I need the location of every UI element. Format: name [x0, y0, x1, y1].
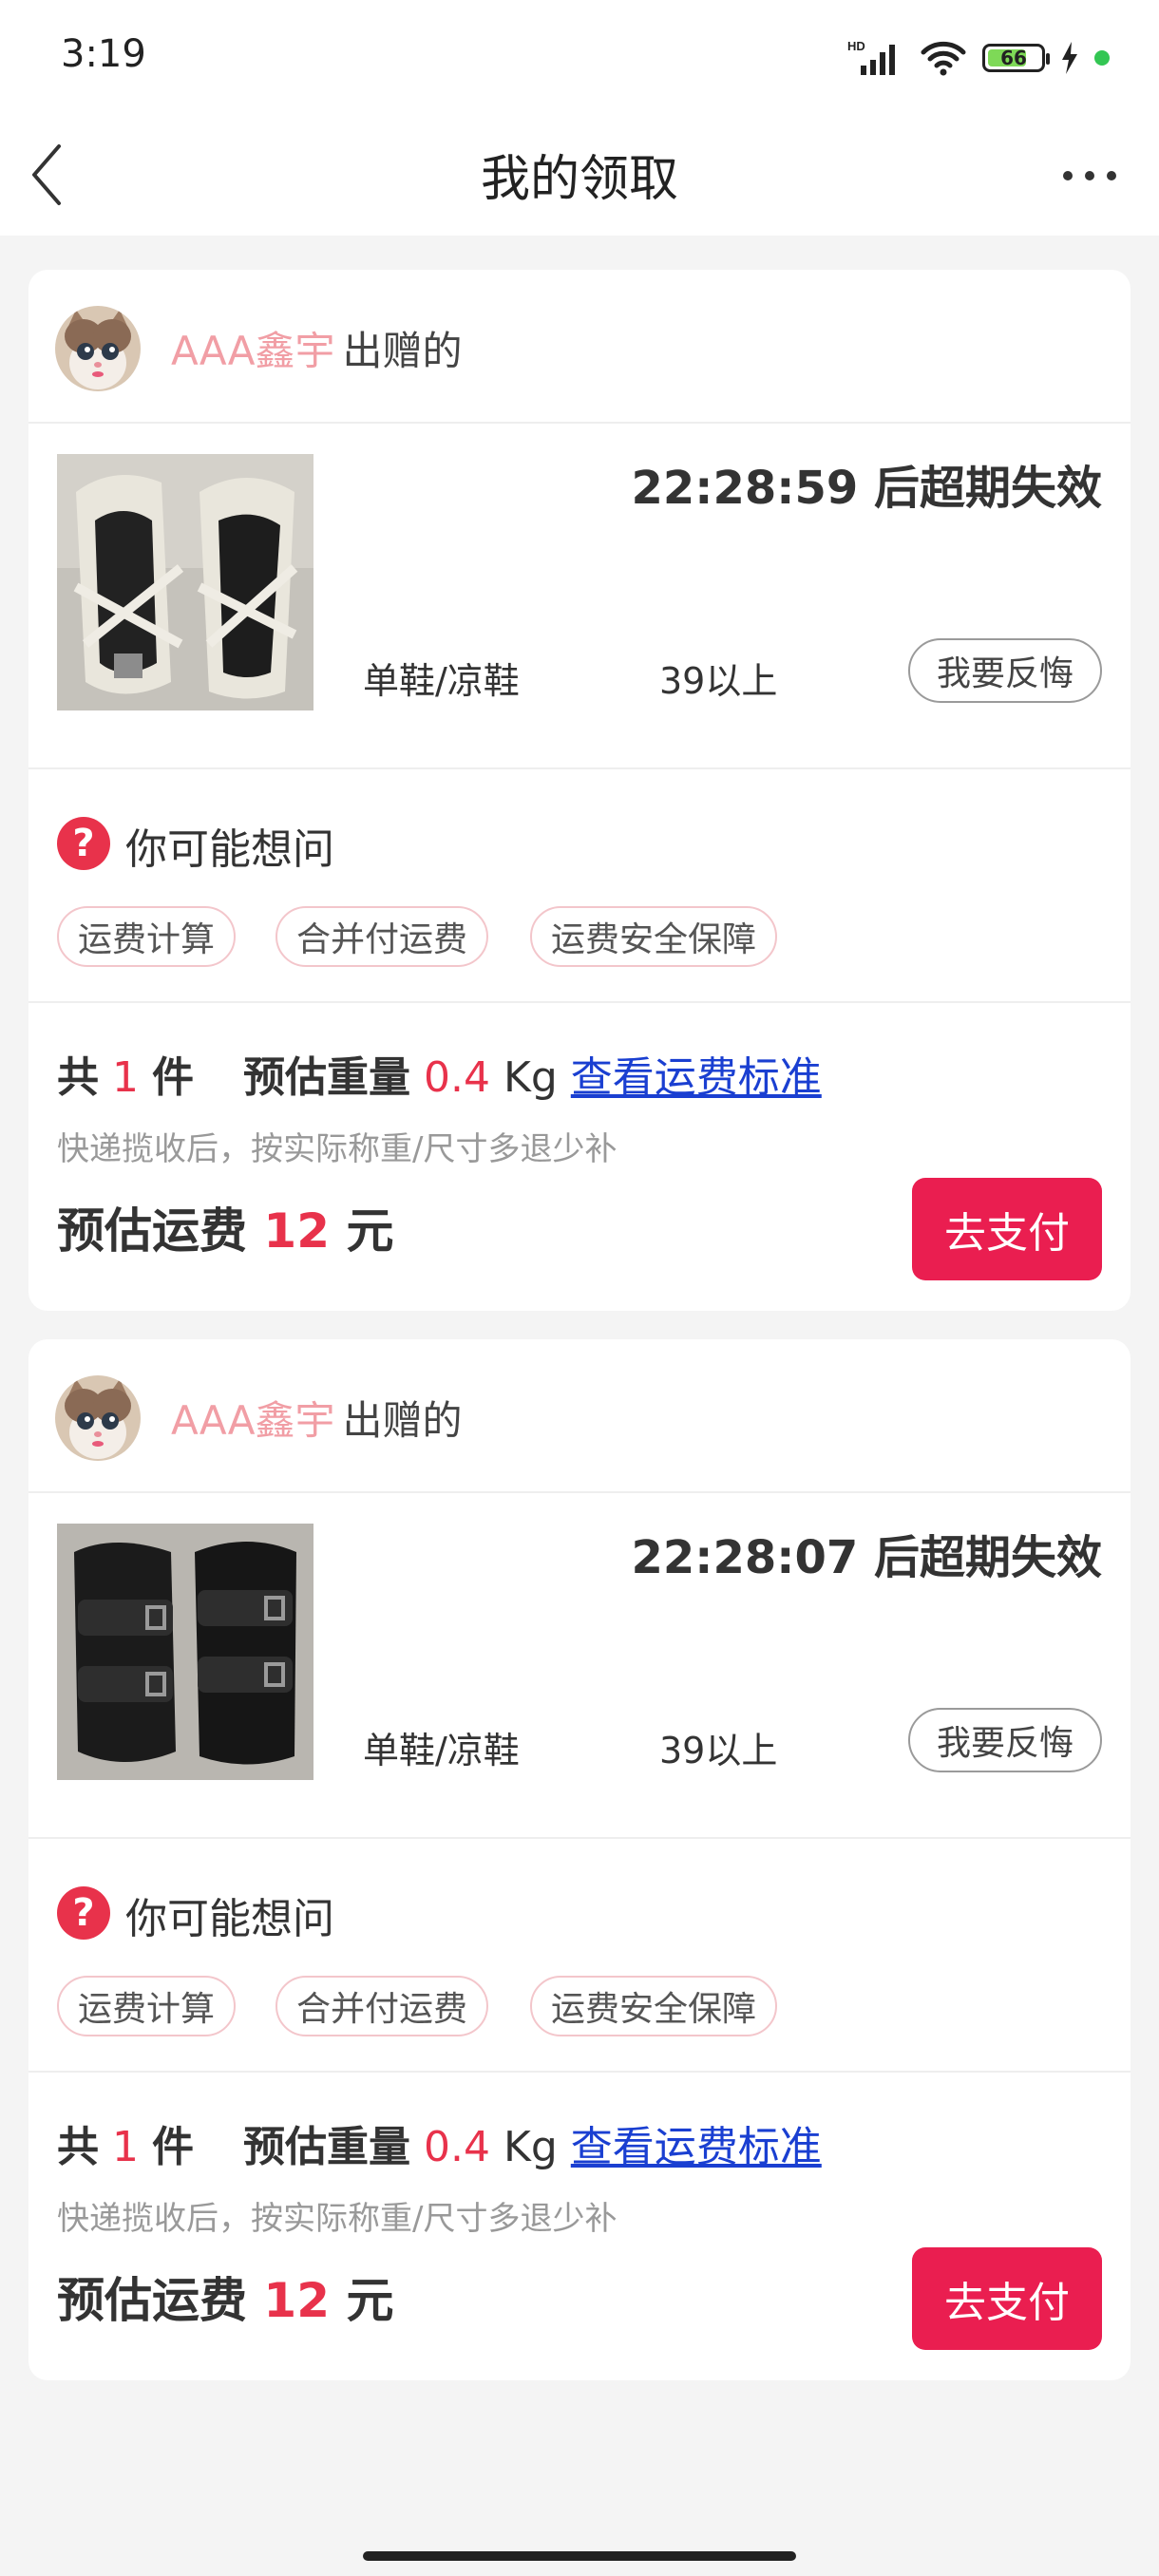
giver-line: AAA鑫宇 出赠的: [171, 1389, 463, 1447]
giver-line: AAA鑫宇 出赠的: [171, 319, 463, 377]
status-bar: 3:19 HD 66: [0, 0, 1159, 114]
card-header: AAA鑫宇 出赠的: [28, 270, 1130, 424]
count-prefix: 共: [57, 1053, 99, 1102]
weight-unit: Kg: [503, 2123, 558, 2171]
fee-line: 预估运费 12 元: [57, 2263, 393, 2331]
cat-avatar-image: [55, 306, 141, 391]
item-category: 单鞋/凉鞋: [363, 1730, 520, 1771]
question-icon: ?: [57, 1886, 110, 1940]
faq-chip-combine-shipping[interactable]: 合并付运费: [276, 1976, 489, 2036]
fee-label: 预估运费: [57, 1203, 247, 1259]
faq-chip-shipping-calc[interactable]: 运费计算: [57, 1976, 237, 2036]
gift-card: AAA鑫宇出赠的 22:28:07 后超期失效 单鞋/凉鞋 39以上 我要反悔: [28, 1339, 1130, 2380]
avatar[interactable]: [55, 1375, 141, 1461]
expire-countdown: 22:28:59 后超期失效: [631, 462, 1103, 515]
fee-value: 12: [263, 1203, 331, 1259]
status-icons: HD 66: [847, 36, 1110, 80]
charging-icon: [1062, 42, 1077, 74]
net-badge: HD: [847, 39, 865, 53]
giver-name[interactable]: AAA鑫宇: [171, 1397, 335, 1444]
more-dots-icon: [1063, 171, 1116, 180]
pay-button[interactable]: 去支付: [912, 1178, 1102, 1280]
weight-label: 预估重量: [243, 1053, 410, 1102]
gift-card: AAA鑫宇 出赠的 22:28:59 后超期失效 单鞋/凉鞋 39以上 我要反悔 …: [28, 270, 1130, 1311]
shipping-summary: 共 1 件 预估重量 0.4 Kg 查看运费标准 快递揽收后，按实际称重/尺寸多…: [28, 2073, 1130, 2386]
faq-chip-combine-shipping[interactable]: 合并付运费: [276, 906, 489, 967]
item-size: 39以上: [659, 1730, 778, 1771]
home-indicator[interactable]: [363, 2551, 796, 2561]
faq-chip-shipping-protection[interactable]: 运费安全保障: [530, 906, 778, 967]
faq-chip-shipping-calc[interactable]: 运费计算: [57, 906, 237, 967]
faq-title: 你可能想问: [125, 825, 334, 874]
count-unit: 件: [152, 2123, 194, 2171]
shipping-hint: 快递揽收后，按实际称重/尺寸多退少补: [57, 2200, 618, 2238]
faq-section: ? 你可能想问 运费计算 合并付运费 运费安全保障: [28, 769, 1130, 1003]
weight-label: 预估重量: [243, 2123, 410, 2171]
shipping-rate-link[interactable]: 查看运费标准: [571, 1053, 822, 1102]
privacy-dot-icon: [1094, 50, 1110, 66]
wifi-icon: [921, 41, 966, 76]
count-weight-line: 共 1 件 预估重量 0.4 Kg 查看运费标准: [57, 1043, 822, 1104]
pay-button[interactable]: 去支付: [912, 2247, 1102, 2350]
faq-chip-shipping-protection[interactable]: 运费安全保障: [530, 1976, 778, 2036]
avatar[interactable]: [55, 306, 141, 391]
item-size: 39以上: [659, 660, 778, 702]
faq-section: ? 你可能想问 运费计算 合并付运费 运费安全保障: [28, 1839, 1130, 2073]
nav-bar: 我的领取: [0, 114, 1159, 236]
fee-unit: 元: [346, 2273, 394, 2328]
shipping-summary: 共 1 件 预估重量 0.4 Kg 查看运费标准 快递揽收后，按实际称重/尺寸多…: [28, 1003, 1130, 1316]
card-header: AAA鑫宇 出赠的: [28, 1339, 1130, 1493]
item-count: 1: [112, 1053, 139, 1102]
fee-label: 预估运费: [57, 2273, 247, 2328]
sandal-photo-image: [57, 1524, 314, 1780]
count-prefix: 共: [57, 2123, 99, 2171]
count-weight-line: 共 1 件 预估重量 0.4 Kg 查看运费标准: [57, 2112, 822, 2173]
sandal-photo-image: [57, 454, 314, 710]
giver-suffix: 出赠的: [342, 1397, 463, 1444]
weight-value: 0.4: [424, 2123, 490, 2171]
regret-button[interactable]: 我要反悔: [908, 1708, 1102, 1772]
cellular-signal-icon: HD: [847, 39, 895, 75]
weight-unit: Kg: [503, 1053, 558, 1102]
weight-value: 0.4: [424, 1053, 490, 1102]
shipping-rate-link[interactable]: 查看运费标准: [571, 2123, 822, 2171]
page-title: 我的领取: [480, 151, 678, 208]
question-icon: ?: [57, 817, 110, 870]
item-category: 单鞋/凉鞋: [363, 660, 520, 702]
item-row: 22:28:07 后超期失效 单鞋/凉鞋 39以上 我要反悔: [28, 1493, 1130, 1839]
count-unit: 件: [152, 1053, 194, 1102]
item-row: 22:28:59 后超期失效 单鞋/凉鞋 39以上 我要反悔: [28, 424, 1130, 769]
status-time: 3:19: [61, 32, 146, 76]
item-photo[interactable]: [57, 1524, 314, 1780]
item-photo[interactable]: [57, 454, 314, 710]
giver-suffix: 出赠的: [342, 328, 463, 374]
shipping-hint: 快递揽收后，按实际称重/尺寸多退少补: [57, 1130, 618, 1168]
giver-name[interactable]: AAA鑫宇: [171, 328, 335, 374]
faq-title: 你可能想问: [125, 1895, 334, 1943]
expire-countdown: 22:28:07 后超期失效: [631, 1531, 1103, 1584]
battery-level: 66: [1000, 47, 1027, 69]
fee-unit: 元: [346, 1203, 394, 1259]
more-button[interactable]: [1058, 152, 1121, 199]
fee-line: 预估运费 12 元: [57, 1193, 393, 1261]
fee-value: 12: [263, 2273, 331, 2328]
battery-icon: 66: [982, 44, 1050, 72]
regret-button[interactable]: 我要反悔: [908, 638, 1102, 703]
item-count: 1: [112, 2123, 139, 2171]
cat-avatar-image: [55, 1375, 141, 1461]
